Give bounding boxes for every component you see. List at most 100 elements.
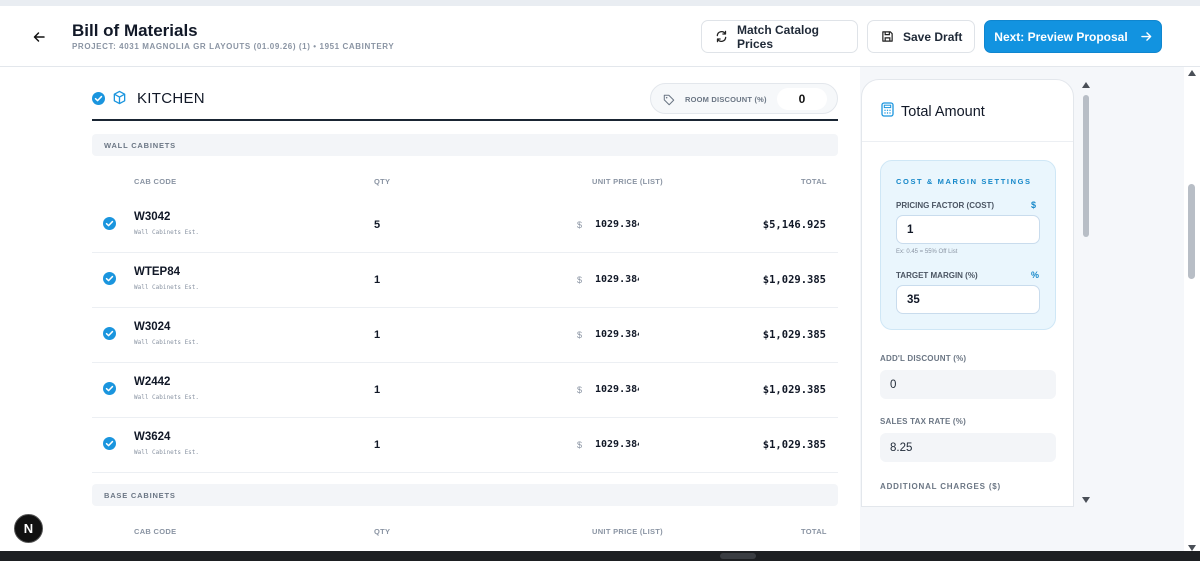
- arrow-right-icon: [1140, 31, 1152, 42]
- room-selected-checkbox[interactable]: [92, 92, 105, 110]
- table-row[interactable]: W2442 Wall Cabinets Est. 1 $ 1029.384 $1…: [92, 363, 838, 418]
- cab-code: W3042: [134, 211, 171, 223]
- check-circle-icon: [103, 272, 116, 285]
- row-checkbox[interactable]: [103, 272, 116, 290]
- qty-input[interactable]: 1: [374, 329, 380, 341]
- total-amount-panel: Total Amount COST & MARGIN SETTINGS PRIC…: [861, 79, 1074, 507]
- col-header-cab-code: CAB CODE: [134, 527, 177, 536]
- tag-icon: [663, 93, 675, 111]
- horizontal-scrollbar-thumb[interactable]: [720, 553, 756, 559]
- target-margin-label: TARGET MARGIN (%): [896, 271, 978, 280]
- table-row[interactable]: W3624 Wall Cabinets Est. 1 $ 1029.384 $1…: [92, 418, 838, 473]
- cab-code: W3624: [134, 431, 171, 443]
- table-row[interactable]: W3042 Wall Cabinets Est. 5 $ 1029.384 $5…: [92, 198, 838, 253]
- page-scrollbar[interactable]: [1184, 67, 1200, 551]
- cab-description: Wall Cabinets Est.: [134, 284, 200, 291]
- cab-code: W2442: [134, 376, 171, 388]
- pricing-factor-hint: Ex: 0.45 = 55% Off List: [896, 249, 958, 255]
- pricing-factor-label: PRICING FACTOR (COST): [896, 201, 995, 210]
- addl-discount-input[interactable]: 0: [880, 370, 1056, 399]
- qty-input[interactable]: 1: [374, 274, 380, 286]
- room-name: KITCHEN: [137, 90, 205, 107]
- dollar-icon: $: [1031, 200, 1037, 210]
- scroll-down-arrow-icon[interactable]: [1082, 497, 1090, 503]
- save-icon: [881, 30, 894, 43]
- table-row[interactable]: WTEP84 Wall Cabinets Est. 1 $ 1029.384 $…: [92, 253, 838, 308]
- col-header-cab-code: CAB CODE: [134, 177, 177, 186]
- cab-description: Wall Cabinets Est.: [134, 449, 200, 456]
- target-margin-input[interactable]: 35: [896, 285, 1040, 314]
- row-checkbox[interactable]: [103, 437, 116, 455]
- section-title: BASE CABINETS: [104, 491, 176, 500]
- room-header: KITCHEN ROOM DISCOUNT (%) 0: [92, 81, 838, 121]
- total-amount-title: Total Amount: [901, 104, 985, 120]
- row-checkbox[interactable]: [103, 382, 116, 400]
- page-title: Bill of Materials: [72, 21, 198, 40]
- scroll-up-arrow-icon[interactable]: [1082, 82, 1090, 88]
- cube-icon: [112, 90, 127, 110]
- row-total: $1,029.385: [762, 384, 826, 396]
- section-header-base-cabinets: BASE CABINETS: [92, 484, 838, 506]
- col-header-unit-price: UNIT PRICE (LIST): [592, 177, 663, 186]
- total-amount-header: Total Amount: [862, 80, 1073, 142]
- row-total: $1,029.385: [762, 439, 826, 451]
- pricing-factor-input[interactable]: 1: [896, 215, 1040, 244]
- unit-price-input[interactable]: 1029.384: [595, 219, 639, 230]
- back-button[interactable]: [28, 26, 50, 48]
- check-circle-icon: [103, 382, 116, 395]
- currency-symbol: $: [577, 330, 583, 340]
- refresh-icon: [715, 30, 728, 43]
- cab-code: WTEP84: [134, 266, 181, 278]
- section-header-wall-cabinets: WALL CABINETS: [92, 134, 838, 156]
- bom-main-panel: KITCHEN ROOM DISCOUNT (%) 0 WALL CABINET…: [0, 67, 860, 551]
- qty-input[interactable]: 1: [374, 384, 380, 396]
- check-circle-icon: [92, 92, 105, 105]
- row-checkbox[interactable]: [103, 327, 116, 345]
- check-circle-icon: [103, 327, 116, 340]
- section-title: WALL CABINETS: [104, 141, 176, 150]
- currency-symbol: $: [577, 275, 583, 285]
- currency-symbol: $: [577, 220, 583, 230]
- page-header: Bill of Materials PROJECT: 4031 MAGNOLIA…: [0, 6, 1200, 67]
- unit-price-input[interactable]: 1029.384: [595, 329, 639, 340]
- save-draft-button[interactable]: Save Draft: [867, 20, 975, 53]
- cost-margin-settings: COST & MARGIN SETTINGS PRICING FACTOR (C…: [880, 160, 1056, 330]
- room-discount-control: ROOM DISCOUNT (%) 0: [650, 83, 838, 114]
- page-scroll-up-arrow-icon[interactable]: [1188, 70, 1196, 76]
- horizontal-scrollbar[interactable]: [0, 551, 1200, 561]
- room-discount-input[interactable]: 0: [777, 88, 827, 110]
- table-row[interactable]: W3024 Wall Cabinets Est. 1 $ 1029.384 $1…: [92, 308, 838, 363]
- qty-input[interactable]: 5: [374, 219, 380, 231]
- sales-tax-label: SALES TAX RATE (%): [880, 417, 966, 426]
- row-checkbox[interactable]: [103, 217, 116, 235]
- additional-charges-label: ADDITIONAL CHARGES ($): [880, 482, 1002, 491]
- col-header-unit-price: UNIT PRICE (LIST): [592, 527, 663, 536]
- unit-price-input[interactable]: 1029.384: [595, 384, 639, 395]
- col-header-total: TOTAL: [801, 527, 827, 536]
- save-draft-label: Save Draft: [903, 29, 963, 44]
- project-subtitle: PROJECT: 4031 MAGNOLIA GR LAYOUTS (01.09…: [72, 42, 395, 51]
- row-total: $1,029.385: [762, 274, 826, 286]
- cost-margin-title: COST & MARGIN SETTINGS: [896, 177, 1032, 186]
- col-header-total: TOTAL: [801, 177, 827, 186]
- panel-scrollbar[interactable]: [1079, 79, 1093, 507]
- check-circle-icon: [103, 437, 116, 450]
- currency-symbol: $: [577, 440, 583, 450]
- next-preview-proposal-button[interactable]: Next: Preview Proposal: [984, 20, 1162, 53]
- cab-description: Wall Cabinets Est.: [134, 229, 200, 236]
- unit-price-input[interactable]: 1029.384: [595, 439, 639, 450]
- match-catalog-prices-button[interactable]: Match Catalog Prices: [701, 20, 858, 53]
- page-scrollbar-thumb[interactable]: [1188, 184, 1195, 279]
- qty-input[interactable]: 1: [374, 439, 380, 451]
- check-circle-icon: [103, 217, 116, 230]
- unit-price-input[interactable]: 1029.384: [595, 274, 639, 285]
- col-header-qty: QTY: [374, 177, 391, 186]
- currency-symbol: $: [577, 385, 583, 395]
- match-catalog-prices-label: Match Catalog Prices: [737, 22, 820, 51]
- sales-tax-input[interactable]: 8.25: [880, 433, 1056, 462]
- row-total: $1,029.385: [762, 329, 826, 341]
- col-header-qty: QTY: [374, 527, 391, 536]
- dev-tools-badge[interactable]: N: [14, 514, 43, 543]
- panel-scrollbar-thumb[interactable]: [1083, 95, 1089, 237]
- calculator-icon: [881, 102, 894, 122]
